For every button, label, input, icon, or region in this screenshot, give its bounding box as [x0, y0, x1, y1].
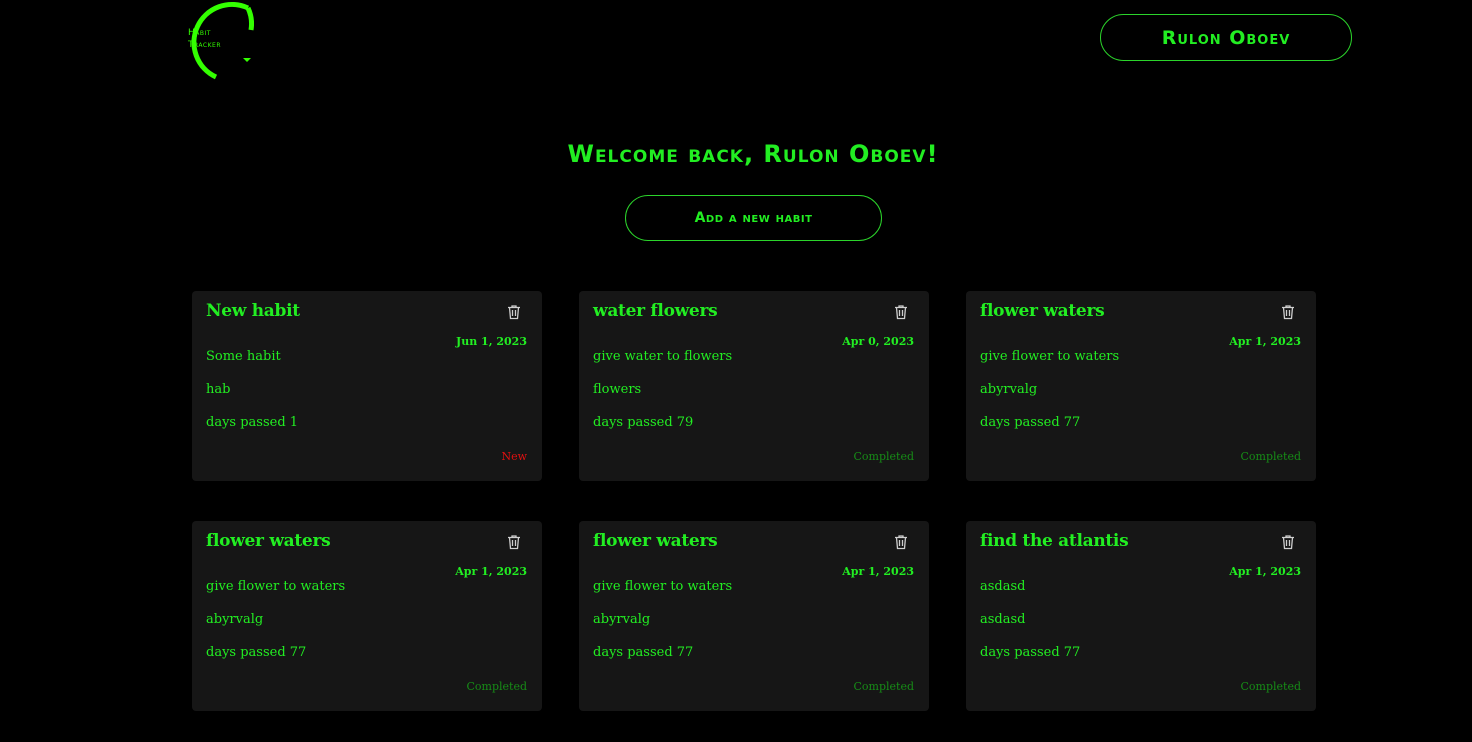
habit-days-passed: days passed 77 [980, 645, 1081, 660]
habit-days-passed: days passed 77 [980, 415, 1081, 430]
habit-status: Completed [1240, 450, 1301, 463]
habit-tracker-logo[interactable]: Habit Tracker [172, 0, 254, 82]
habit-description: Some habit [206, 349, 281, 364]
habit-status: Completed [853, 680, 914, 693]
habit-status: New [501, 450, 527, 463]
habit-days-passed: days passed 79 [593, 415, 694, 430]
habit-status: Completed [466, 680, 527, 693]
habit-days-passed: days passed 1 [206, 415, 299, 430]
habit-title: New habit [206, 301, 300, 321]
trash-icon[interactable] [506, 304, 522, 320]
habit-title: flower waters [980, 301, 1105, 321]
habit-status: Completed [1240, 680, 1301, 693]
habit-category: abyrvalg [206, 612, 264, 627]
habit-category: asdasd [980, 612, 1026, 627]
habit-title: water flowers [593, 301, 718, 321]
habit-title: flower waters [593, 531, 718, 551]
habit-title: flower waters [206, 531, 331, 551]
habit-description: give water to flowers [593, 349, 733, 364]
habit-description: asdasd [980, 579, 1026, 594]
habit-category: hab [206, 382, 231, 397]
habit-date: Apr 1, 2023 [1229, 335, 1301, 348]
header: Habit Tracker Rulon Oboev [0, 0, 1472, 100]
habit-description: give flower to waters [206, 579, 346, 594]
add-habit-button[interactable]: Add a new habit [625, 195, 882, 241]
habit-category: flowers [593, 382, 642, 397]
welcome-heading: Welcome back, Rulon Oboev! [567, 140, 939, 168]
habit-description: give flower to waters [593, 579, 733, 594]
trash-icon[interactable] [1280, 534, 1296, 550]
habit-date: Apr 0, 2023 [842, 335, 914, 348]
trash-icon[interactable] [506, 534, 522, 550]
habit-date: Jun 1, 2023 [456, 335, 527, 348]
logo-text: Habit Tracker [188, 27, 221, 51]
habit-date: Apr 1, 2023 [455, 565, 527, 578]
habit-date: Apr 1, 2023 [842, 565, 914, 578]
trash-icon[interactable] [893, 534, 909, 550]
trash-icon[interactable] [893, 304, 909, 320]
habit-category: abyrvalg [980, 382, 1038, 397]
habit-card[interactable]: find the atlantis Apr 1, 2023 asdasd asd… [966, 521, 1316, 711]
trash-icon[interactable] [1280, 304, 1296, 320]
habit-days-passed: days passed 77 [206, 645, 307, 660]
habit-card[interactable]: water flowers Apr 0, 2023 give water to … [579, 291, 929, 481]
habit-card[interactable]: flower waters Apr 1, 2023 give flower to… [192, 521, 542, 711]
habit-card[interactable]: flower waters Apr 1, 2023 give flower to… [579, 521, 929, 711]
habit-title: find the atlantis [980, 531, 1129, 551]
habit-days-passed: days passed 77 [593, 645, 694, 660]
logo-line-1: Habit [188, 28, 211, 38]
habit-description: give flower to waters [980, 349, 1120, 364]
logo-line-2: Tracker [188, 40, 222, 50]
user-profile-button[interactable]: Rulon Oboev [1100, 14, 1352, 61]
habit-status: Completed [853, 450, 914, 463]
habit-category: abyrvalg [593, 612, 651, 627]
habit-card[interactable]: flower waters Apr 1, 2023 give flower to… [966, 291, 1316, 481]
habit-card[interactable]: New habit Jun 1, 2023 Some habit hab day… [192, 291, 542, 481]
habit-date: Apr 1, 2023 [1229, 565, 1301, 578]
